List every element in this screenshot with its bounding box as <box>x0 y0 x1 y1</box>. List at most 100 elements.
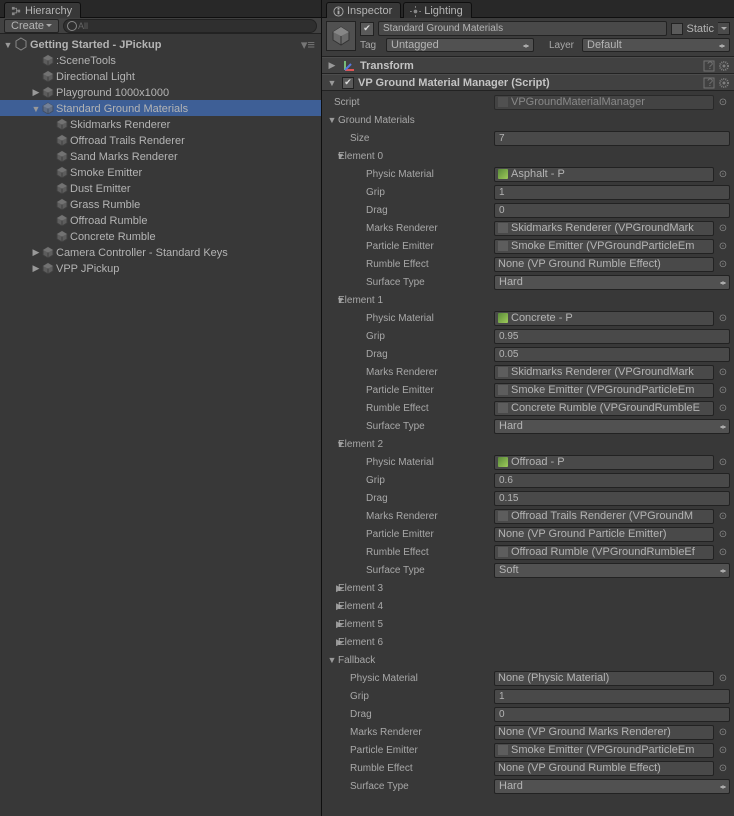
gameobject-icon[interactable] <box>326 21 356 51</box>
hierarchy-item[interactable]: :SceneTools <box>0 52 321 68</box>
scene-root[interactable]: ▼ Getting Started - JPickup ▾≡ <box>0 36 321 52</box>
object-picker-icon[interactable]: ⊙ <box>716 527 730 541</box>
foldout-icon[interactable] <box>44 220 56 221</box>
transform-component[interactable]: ▶ Transform ? <box>322 57 734 74</box>
object-field[interactable]: Asphalt - P <box>494 167 714 182</box>
tab-hierarchy[interactable]: Hierarchy <box>4 2 81 18</box>
ground-material-manager-component[interactable]: ▼ ✔ VP Ground Material Manager (Script) … <box>322 74 734 91</box>
static-checkbox[interactable] <box>671 23 683 35</box>
hierarchy-item[interactable]: Offroad Rumble <box>0 212 321 228</box>
foldout-icon[interactable] <box>44 188 56 189</box>
number-field[interactable] <box>494 347 730 362</box>
object-picker-icon[interactable]: ⊙ <box>716 671 730 685</box>
object-picker-icon[interactable]: ⊙ <box>716 401 730 415</box>
foldout-icon[interactable]: ▼ <box>326 295 338 305</box>
foldout-icon[interactable]: ▶ <box>326 60 338 71</box>
object-field[interactable]: Concrete - P <box>494 311 714 326</box>
tab-lighting[interactable]: Lighting <box>403 2 472 18</box>
foldout-icon[interactable]: ▶ <box>30 246 42 258</box>
object-field[interactable]: Offroad - P <box>494 455 714 470</box>
foldout-icon[interactable]: ▼ <box>30 103 42 114</box>
object-field[interactable]: Smoke Emitter (VPGroundParticleEm <box>494 383 714 398</box>
object-picker-icon[interactable]: ⊙ <box>716 509 730 523</box>
object-field[interactable]: Skidmarks Renderer (VPGroundMark <box>494 221 714 236</box>
object-field[interactable]: Skidmarks Renderer (VPGroundMark <box>494 365 714 380</box>
object-field[interactable]: Offroad Rumble (VPGroundRumbleEf <box>494 545 714 560</box>
object-name-field[interactable] <box>378 21 667 36</box>
foldout-icon[interactable] <box>30 60 42 61</box>
gear-icon[interactable] <box>718 77 730 89</box>
number-field[interactable] <box>494 185 730 200</box>
active-checkbox[interactable]: ✔ <box>360 22 374 36</box>
number-field[interactable] <box>494 689 730 704</box>
foldout-icon[interactable]: ▼ <box>326 115 338 125</box>
hierarchy-item[interactable]: Skidmarks Renderer <box>0 116 321 132</box>
static-toggle[interactable]: Static <box>671 23 714 35</box>
context-menu-icon[interactable]: ▾≡ <box>301 36 315 53</box>
hierarchy-item[interactable]: Concrete Rumble <box>0 228 321 244</box>
object-picker-icon[interactable]: ⊙ <box>716 725 730 739</box>
object-picker-icon[interactable]: ⊙ <box>716 761 730 775</box>
hierarchy-item[interactable]: ▶ VPP JPickup <box>0 260 321 276</box>
size-field[interactable] <box>494 131 730 146</box>
foldout-icon[interactable]: ▶ <box>30 86 42 98</box>
number-field[interactable] <box>494 203 730 218</box>
tab-inspector[interactable]: Inspector <box>326 2 401 18</box>
object-field[interactable]: Concrete Rumble (VPGroundRumbleE <box>494 401 714 416</box>
gear-icon[interactable] <box>718 60 730 72</box>
object-picker-icon[interactable]: ⊙ <box>716 365 730 379</box>
tag-dropdown[interactable]: Untagged <box>386 38 534 52</box>
hierarchy-item[interactable]: Offroad Trails Renderer <box>0 132 321 148</box>
foldout-icon[interactable]: ▶ <box>326 601 338 612</box>
foldout-icon[interactable] <box>44 140 56 141</box>
object-picker-icon[interactable]: ⊙ <box>716 239 730 253</box>
object-field[interactable]: None (VP Ground Rumble Effect) <box>494 257 714 272</box>
enum-dropdown[interactable]: Hard <box>494 419 730 434</box>
create-button[interactable]: Create <box>4 19 59 33</box>
object-picker-icon[interactable]: ⊙ <box>716 383 730 397</box>
foldout-icon[interactable] <box>44 172 56 173</box>
hierarchy-tree[interactable]: ▼ Getting Started - JPickup ▾≡ :SceneToo… <box>0 34 321 816</box>
object-field[interactable]: None (VP Ground Rumble Effect) <box>494 761 714 776</box>
object-field[interactable]: Offroad Trails Renderer (VPGroundM <box>494 509 714 524</box>
foldout-icon[interactable] <box>44 236 56 237</box>
foldout-icon[interactable] <box>30 76 42 77</box>
foldout-icon[interactable]: ▶ <box>30 262 42 274</box>
object-picker-icon[interactable]: ⊙ <box>716 95 730 109</box>
help-icon[interactable]: ? <box>703 60 715 72</box>
object-picker-icon[interactable]: ⊙ <box>716 743 730 757</box>
layer-dropdown[interactable]: Default <box>582 38 730 52</box>
foldout-icon[interactable]: ▼ <box>326 439 338 449</box>
number-field[interactable] <box>494 473 730 488</box>
hierarchy-item[interactable]: ▼ Standard Ground Materials <box>0 100 321 116</box>
hierarchy-item[interactable]: Grass Rumble <box>0 196 321 212</box>
help-icon[interactable]: ? <box>703 77 715 89</box>
hierarchy-item[interactable]: ▶ Playground 1000x1000 <box>0 84 321 100</box>
object-field[interactable]: None (VP Ground Particle Emitter) <box>494 527 714 542</box>
foldout-icon[interactable]: ▼ <box>326 151 338 161</box>
object-picker-icon[interactable]: ⊙ <box>716 221 730 235</box>
hierarchy-item[interactable]: Smoke Emitter <box>0 164 321 180</box>
object-picker-icon[interactable]: ⊙ <box>716 257 730 271</box>
foldout-icon[interactable] <box>44 156 56 157</box>
foldout-icon[interactable] <box>44 124 56 125</box>
object-field[interactable]: Smoke Emitter (VPGroundParticleEm <box>494 743 714 758</box>
enum-dropdown[interactable]: Soft <box>494 563 730 578</box>
object-field[interactable]: None (VP Ground Marks Renderer) <box>494 725 714 740</box>
hierarchy-item[interactable]: ▶ Camera Controller - Standard Keys <box>0 244 321 260</box>
enable-checkbox[interactable]: ✔ <box>342 77 354 89</box>
static-dropdown[interactable] <box>718 22 730 35</box>
object-field[interactable]: None (Physic Material) <box>494 671 714 686</box>
object-picker-icon[interactable]: ⊙ <box>716 455 730 469</box>
hierarchy-search[interactable]: All <box>63 19 317 33</box>
number-field[interactable] <box>494 491 730 506</box>
hierarchy-item[interactable]: Sand Marks Renderer <box>0 148 321 164</box>
foldout-icon[interactable]: ▶ <box>326 637 338 648</box>
object-picker-icon[interactable]: ⊙ <box>716 545 730 559</box>
foldout-icon[interactable] <box>44 204 56 205</box>
foldout-icon[interactable]: ▼ <box>326 78 338 88</box>
foldout-icon[interactable]: ▶ <box>326 583 338 594</box>
enum-dropdown[interactable]: Hard <box>494 275 730 290</box>
object-picker-icon[interactable]: ⊙ <box>716 167 730 181</box>
enum-dropdown[interactable]: Hard <box>494 779 730 794</box>
